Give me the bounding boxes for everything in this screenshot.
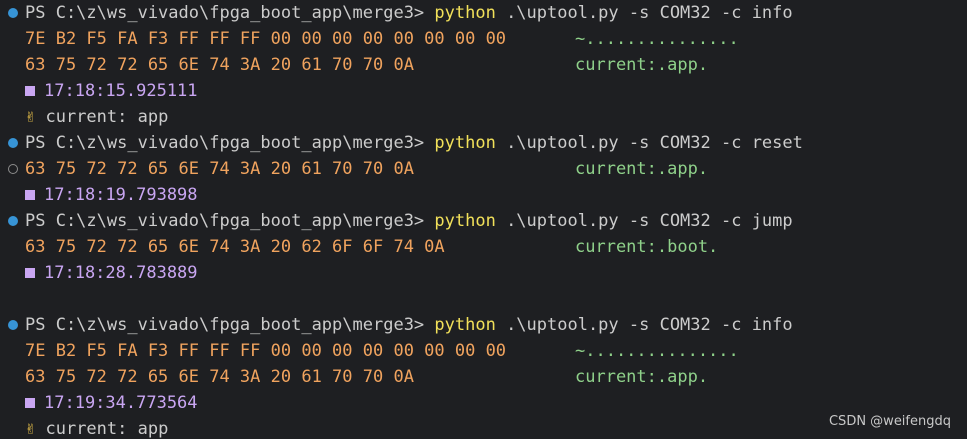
- gutter: [6, 338, 20, 364]
- timestamp: 17:18:19.793898: [44, 185, 198, 205]
- hex-bytes: 63 75 72 72 65 6E 74 3A 20 61 70 70 0A: [25, 367, 414, 387]
- terminal-line: ✌ current: app: [0, 104, 967, 130]
- gutter: [6, 104, 20, 130]
- command-decoration-icon[interactable]: [8, 138, 18, 148]
- victory-hand-icon: ✌: [25, 107, 36, 127]
- gutter: [6, 286, 20, 312]
- ascii-dump: ~...............: [575, 29, 739, 49]
- gutter: [6, 156, 20, 182]
- terminal-line: 63 75 72 72 65 6E 74 3A 20 61 70 70 0A cu…: [0, 52, 967, 78]
- gutter: [6, 260, 20, 286]
- hex-bytes: 7E B2 F5 FA F3 FF FF FF 00 00 00 00 00 0…: [25, 29, 507, 49]
- timestamp-square-icon: [25, 398, 35, 408]
- command-name: python: [434, 133, 496, 153]
- command-args: .\uptool.py -s COM32 -c reset: [495, 133, 803, 153]
- prompt-path: PS C:\z\ws_vivado\fpga_boot_app\merge3>: [25, 133, 435, 153]
- command-args: .\uptool.py -s COM32 -c jump: [495, 211, 793, 231]
- ascii-dump: current:.boot.: [575, 237, 719, 257]
- gutter: [6, 0, 20, 26]
- hex-bytes: 63 75 72 72 65 6E 74 3A 20 61 70 70 0A: [25, 159, 414, 179]
- timestamp-square-icon: [25, 190, 35, 200]
- command-name: python: [434, 211, 496, 231]
- command-decoration-icon[interactable]: [8, 216, 18, 226]
- terminal-line: PS C:\z\ws_vivado\fpga_boot_app\merge3> …: [0, 130, 967, 156]
- terminal-output[interactable]: PS C:\z\ws_vivado\fpga_boot_app\merge3> …: [0, 0, 967, 439]
- status-message: current: app: [35, 419, 169, 439]
- terminal-line: PS C:\z\ws_vivado\fpga_boot_app\merge3> …: [0, 312, 967, 338]
- terminal-line: 17:18:28.783889: [0, 260, 967, 286]
- prompt-path: PS C:\z\ws_vivado\fpga_boot_app\merge3>: [25, 315, 435, 335]
- hex-bytes: 63 75 72 72 65 6E 74 3A 20 61 70 70 0A: [25, 55, 414, 75]
- terminal-line: 63 75 72 72 65 6E 74 3A 20 62 6F 6F 74 0…: [0, 234, 967, 260]
- blank-line: [0, 286, 967, 312]
- victory-hand-icon: ✌: [25, 419, 36, 439]
- command-decoration-icon[interactable]: [8, 320, 18, 330]
- terminal-line: 17:18:19.793898: [0, 182, 967, 208]
- timestamp-square-icon: [25, 268, 35, 278]
- command-args: .\uptool.py -s COM32 -c info: [495, 315, 793, 335]
- gutter: [6, 130, 20, 156]
- terminal-line: 63 75 72 72 65 6E 74 3A 20 61 70 70 0A cu…: [0, 156, 967, 182]
- gutter: [6, 416, 20, 439]
- hex-bytes: 7E B2 F5 FA F3 FF FF FF 00 00 00 00 00 0…: [25, 341, 507, 361]
- ascii-dump: current:.app.: [575, 367, 709, 387]
- ascii-dump: current:.app.: [575, 55, 709, 75]
- gutter: [6, 234, 20, 260]
- gutter: [6, 26, 20, 52]
- terminal-line: 17:18:15.925111: [0, 78, 967, 104]
- ascii-dump: current:.app.: [575, 159, 709, 179]
- gutter: [6, 78, 20, 104]
- terminal-line: ✌ current: app: [0, 416, 967, 439]
- timestamp: 17:18:28.783889: [44, 263, 198, 283]
- command-args: .\uptool.py -s COM32 -c info: [495, 3, 793, 23]
- terminal-line: 7E B2 F5 FA F3 FF FF FF 00 00 00 00 00 0…: [0, 338, 967, 364]
- terminal-line: 7E B2 F5 FA F3 FF FF FF 00 00 00 00 00 0…: [0, 26, 967, 52]
- gutter: [6, 208, 20, 234]
- prompt-path: PS C:\z\ws_vivado\fpga_boot_app\merge3>: [25, 211, 435, 231]
- command-name: python: [434, 315, 496, 335]
- timestamp-square-icon: [25, 86, 35, 96]
- status-message: current: app: [35, 107, 169, 127]
- watermark: CSDN @weifengdq: [828, 414, 951, 429]
- gutter: [6, 312, 20, 338]
- command-decoration-pending-icon[interactable]: [8, 164, 18, 174]
- terminal-line: PS C:\z\ws_vivado\fpga_boot_app\merge3> …: [0, 208, 967, 234]
- terminal-line: PS C:\z\ws_vivado\fpga_boot_app\merge3> …: [0, 0, 967, 26]
- prompt-path: PS C:\z\ws_vivado\fpga_boot_app\merge3>: [25, 3, 435, 23]
- command-name: python: [434, 3, 496, 23]
- gutter: [6, 52, 20, 78]
- command-decoration-icon[interactable]: [8, 8, 18, 18]
- gutter: [6, 182, 20, 208]
- timestamp: 17:19:34.773564: [44, 393, 198, 413]
- terminal-line: 17:19:34.773564: [0, 390, 967, 416]
- ascii-dump: ~...............: [575, 341, 739, 361]
- gutter: [6, 390, 20, 416]
- gutter: [6, 364, 20, 390]
- terminal-line: 63 75 72 72 65 6E 74 3A 20 61 70 70 0A cu…: [0, 364, 967, 390]
- hex-bytes: 63 75 72 72 65 6E 74 3A 20 62 6F 6F 74 0…: [25, 237, 445, 257]
- timestamp: 17:18:15.925111: [44, 81, 198, 101]
